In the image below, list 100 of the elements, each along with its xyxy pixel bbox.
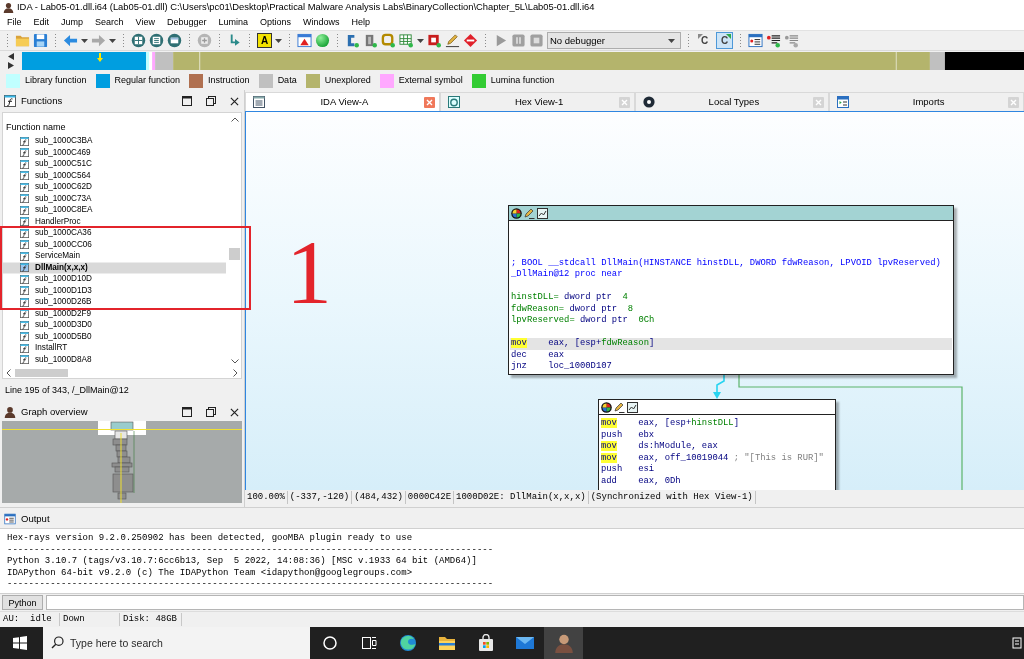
legend-label: Library function: [25, 75, 87, 86]
status-text: 1000D02E: DllMain(x,x,x): [454, 491, 589, 504]
tab[interactable]: Imports: [829, 92, 1024, 111]
flow-arrow: [713, 374, 725, 399]
window-circle-icon[interactable]: [167, 33, 182, 48]
function-list-item[interactable]: sub_1000D10D: [3, 275, 226, 284]
task-view-icon: [360, 635, 377, 651]
panel-title: Output: [21, 512, 50, 525]
pillar-icon[interactable]: [363, 33, 378, 48]
restore-icon[interactable]: [206, 407, 216, 417]
function-list-item[interactable]: HandlerProc: [3, 217, 226, 226]
list-window-icon[interactable]: [748, 33, 763, 48]
triangle-window-icon[interactable]: [297, 33, 312, 48]
search-field[interactable]: Type here to search: [70, 627, 310, 659]
scrollbar-thumb[interactable]: [15, 368, 68, 377]
caret-icon[interactable]: [109, 38, 116, 43]
function-icon: [20, 286, 29, 296]
source-toggle[interactable]: C: [696, 32, 713, 49]
function-list-item[interactable]: DllMain(x,x,x): [3, 263, 226, 272]
function-list-item[interactable]: sub_1000CC06: [3, 240, 226, 249]
right-triangle-icon[interactable]: [8, 62, 14, 69]
menu-item[interactable]: Debugger: [160, 16, 213, 28]
bracket-icon[interactable]: [345, 33, 360, 48]
pencil-icon[interactable]: [614, 401, 625, 413]
color-wheel-icon[interactable]: [601, 401, 612, 413]
code-line: mov ds:hModule, eax: [600, 441, 719, 453]
letter-button[interactable]: A: [257, 33, 272, 48]
left-triangle-icon[interactable]: [8, 53, 14, 60]
function-list-item[interactable]: InstallRT: [3, 344, 226, 353]
function-icon: [20, 240, 29, 250]
function-list-item[interactable]: sub_1000C73A: [3, 194, 226, 203]
windows-logo-icon[interactable]: [13, 636, 27, 650]
function-list-item[interactable]: sub_1000D1D3: [3, 286, 226, 295]
code-line: fdwReason= dword ptr 8: [510, 303, 635, 315]
menu-item[interactable]: View: [129, 16, 161, 28]
tab[interactable]: IDA View-A: [245, 92, 440, 111]
pencil-icon[interactable]: [524, 207, 535, 219]
maximize-icon[interactable]: [182, 407, 192, 417]
menu-item[interactable]: Windows: [297, 16, 346, 28]
rounded-square-icon[interactable]: [381, 33, 396, 48]
debugger-dropdown[interactable]: No debugger: [547, 32, 681, 49]
function-list-item[interactable]: ServiceMain: [3, 252, 226, 261]
envelope-icon: [515, 636, 534, 650]
menu-item[interactable]: Search: [89, 16, 130, 28]
list-dots-icon[interactable]: [766, 33, 781, 48]
function-list-item[interactable]: sub_1000C469: [3, 148, 226, 157]
close-icon[interactable]: [230, 96, 239, 106]
down-chevron-icon[interactable]: [230, 359, 239, 364]
source-toggle[interactable]: C: [716, 32, 733, 49]
lines-circle-icon[interactable]: [149, 33, 164, 48]
pencil-icon[interactable]: [445, 33, 460, 48]
status-text: (Synchronized with Hex View-1): [588, 491, 756, 504]
tab[interactable]: Local Types: [634, 92, 830, 111]
menu-item[interactable]: Help: [345, 16, 377, 28]
function-list-item[interactable]: sub_1000C8EA: [3, 206, 226, 215]
color-wheel-icon[interactable]: [511, 207, 522, 219]
menu-item[interactable]: Options: [254, 16, 298, 28]
python-button[interactable]: Python: [2, 595, 43, 610]
navigation-band-drawing[interactable]: [22, 52, 1024, 70]
function-list-item[interactable]: sub_1000C51C: [3, 160, 226, 169]
function-list-item[interactable]: sub_1000D3D0: [3, 321, 226, 330]
up-chevron-icon[interactable]: [230, 117, 239, 122]
line-chart-icon[interactable]: [537, 207, 548, 219]
restore-icon[interactable]: [206, 96, 216, 106]
function-icon: [20, 205, 29, 215]
function-list-item[interactable]: sub_1000C62D: [3, 183, 226, 192]
menu-item[interactable]: Lumina: [212, 16, 254, 28]
grid-circle-icon[interactable]: [131, 33, 146, 48]
function-list-item[interactable]: sub_1000D8A8: [3, 355, 226, 364]
person-silhouette-icon: [4, 406, 16, 418]
function-list-item[interactable]: sub_1000C3BA: [3, 137, 226, 146]
code-line: mov eax, [esp+hinstDLL]: [600, 418, 740, 430]
function-list-item[interactable]: sub_1000C564: [3, 171, 226, 180]
function-icon: [20, 136, 29, 146]
caret-icon[interactable]: [417, 38, 424, 43]
close-icon[interactable]: [230, 407, 239, 417]
function-list-item[interactable]: sub_1000D26B: [3, 298, 226, 307]
menu-item[interactable]: Jump: [55, 16, 90, 28]
menu-item[interactable]: Edit: [27, 16, 56, 28]
command-field[interactable]: [46, 595, 1024, 610]
person-silhouette-icon: [3, 1, 14, 13]
sphere-icon[interactable]: [315, 33, 330, 48]
function-list-item[interactable]: sub_1000D2F9: [3, 309, 226, 318]
function-icon: [20, 171, 29, 181]
grid-icon[interactable]: [399, 33, 414, 48]
caret-icon[interactable]: [81, 38, 88, 43]
function-list-item[interactable]: sub_1000D5B0: [3, 332, 226, 341]
scrollbar-thumb[interactable]: [229, 248, 240, 260]
maximize-icon[interactable]: [182, 96, 192, 106]
diamond-icon[interactable]: [463, 33, 478, 48]
right-chevron-icon[interactable]: [233, 368, 238, 377]
menu-item[interactable]: File: [1, 16, 28, 28]
caret-icon[interactable]: [275, 38, 282, 43]
list-window-icon: [4, 512, 16, 525]
line-chart-icon[interactable]: [627, 401, 638, 413]
status-text: (-337,-120): [287, 491, 353, 504]
function-list-item[interactable]: sub_1000CA36: [3, 229, 226, 238]
left-chevron-icon[interactable]: [6, 368, 11, 377]
tab[interactable]: Hex View-1: [439, 92, 635, 111]
notification-icon[interactable]: [1012, 636, 1022, 650]
